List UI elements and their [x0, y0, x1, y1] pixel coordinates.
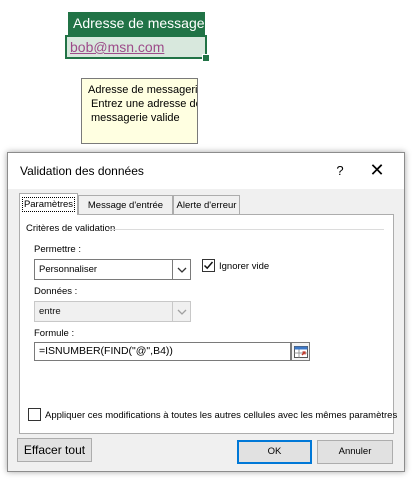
range-select-icon[interactable] — [291, 342, 310, 361]
allow-dropdown[interactable]: Personnaliser — [34, 259, 191, 280]
dialog-titlebar: Validation des données ? ✕ — [8, 153, 404, 189]
checkmark-icon — [203, 261, 214, 270]
close-icon[interactable]: ✕ — [363, 159, 391, 183]
cancel-button[interactable]: Annuler — [317, 440, 393, 464]
help-button[interactable]: ? — [327, 159, 353, 183]
formula-label: Formule : — [34, 328, 75, 339]
data-label: Données : — [34, 286, 78, 297]
ignore-blank-label: Ignorer vide — [219, 261, 270, 272]
fill-handle[interactable] — [202, 54, 210, 62]
data-validation-dialog: Validation des données ? ✕ Paramètres Me… — [7, 152, 405, 472]
apply-all-checkbox[interactable] — [28, 408, 41, 421]
chevron-down-icon[interactable] — [172, 302, 190, 321]
tab-error-alert[interactable]: Alerte d'erreur — [173, 195, 240, 214]
data-dropdown-value: entre — [39, 306, 61, 317]
ignore-blank-checkbox[interactable] — [202, 259, 215, 272]
ok-button[interactable]: OK — [237, 440, 312, 464]
allow-dropdown-value: Personnaliser — [39, 264, 98, 275]
tooltip-body: Entrez une adresse de messagerie valide — [91, 98, 197, 124]
column-header-cell[interactable]: Adresse de messagerie — [68, 12, 205, 35]
apply-all-label: Appliquer ces modifications à toutes les… — [45, 410, 398, 421]
dialog-title: Validation des données — [20, 164, 144, 178]
tooltip-title: Adresse de messagerie — [88, 84, 198, 96]
email-cell-value: bob@msn.com — [70, 39, 165, 55]
tab-input-message[interactable]: Message d'entrée — [78, 195, 173, 214]
data-dropdown[interactable]: entre — [34, 301, 191, 322]
clear-all-button[interactable]: Effacer tout — [17, 438, 92, 462]
chevron-down-icon[interactable] — [172, 260, 190, 279]
formula-input[interactable]: =ISNUMBER(FIND("@",B4)) — [34, 342, 291, 361]
tab-focus-ring — [22, 197, 75, 212]
allow-label: Permettre : — [34, 244, 81, 255]
group-divider — [108, 229, 384, 230]
criteria-group-label: Critères de validation — [26, 223, 116, 234]
input-message-tooltip: Adresse de messagerie Entrez une adresse… — [81, 78, 198, 144]
